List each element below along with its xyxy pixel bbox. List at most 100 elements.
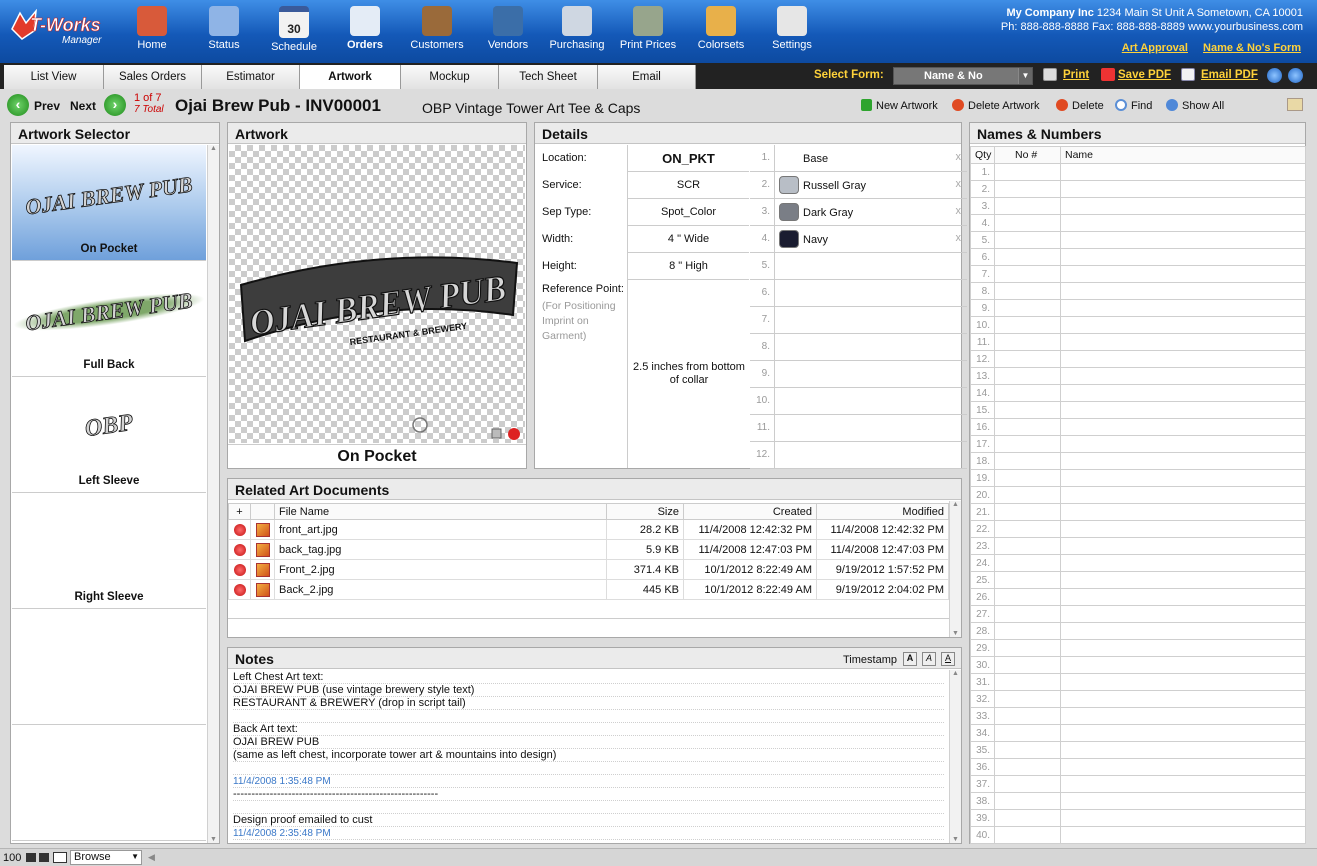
table-row[interactable]: 13. xyxy=(970,367,1306,385)
name-cell[interactable] xyxy=(1060,690,1306,708)
table-row[interactable]: 38. xyxy=(970,792,1306,810)
notes-text-area[interactable]: Left Chest Art text: OJAI BREW PUB (use v… xyxy=(228,671,961,843)
table-row[interactable]: 30. xyxy=(970,656,1306,674)
number-cell[interactable] xyxy=(994,299,1061,317)
table-row[interactable]: 1. xyxy=(970,163,1306,181)
timestamp-italic-button[interactable]: A xyxy=(922,652,936,666)
next-button[interactable]: Next xyxy=(70,99,96,113)
scroll-up-icon[interactable]: ▲ xyxy=(950,670,961,677)
color-row[interactable]: 9. xyxy=(750,361,967,388)
name-cell[interactable] xyxy=(1060,588,1306,606)
show-all-button[interactable]: Show All xyxy=(1166,99,1224,112)
number-cell[interactable] xyxy=(994,418,1061,436)
remove-color-icon[interactable]: x xyxy=(956,232,962,244)
number-cell[interactable] xyxy=(994,231,1061,249)
delete-file-icon[interactable] xyxy=(233,583,246,596)
table-row[interactable]: 12. xyxy=(970,350,1306,368)
number-cell[interactable] xyxy=(994,707,1061,725)
name-cell[interactable] xyxy=(1060,741,1306,759)
table-row[interactable]: 36. xyxy=(970,758,1306,776)
number-cell[interactable] xyxy=(994,673,1061,691)
name-cell[interactable] xyxy=(1060,418,1306,436)
tab-artwork[interactable]: Artwork xyxy=(300,65,401,89)
name-cell[interactable] xyxy=(1060,554,1306,572)
nav-orders[interactable]: Orders xyxy=(329,6,401,56)
name-cell[interactable] xyxy=(1060,503,1306,521)
number-cell[interactable] xyxy=(994,520,1061,538)
name-cell[interactable] xyxy=(1060,571,1306,589)
name-cell[interactable] xyxy=(1060,350,1306,368)
number-cell[interactable] xyxy=(994,775,1061,793)
table-row[interactable]: front_art.jpg 28.2 KB 11/4/2008 12:42:32 P… xyxy=(228,519,949,540)
artwork-selector-item[interactable]: OJAI BREW PUB Full Back xyxy=(11,261,207,377)
number-cell[interactable] xyxy=(994,452,1061,470)
name-cell[interactable] xyxy=(1060,469,1306,487)
name-cell[interactable] xyxy=(1060,435,1306,453)
table-row[interactable]: Front_2.jpg 371.4 KB 10/1/2012 8:22:49 AM 9… xyxy=(228,559,949,580)
table-row[interactable]: 25. xyxy=(970,571,1306,589)
table-row[interactable]: 24. xyxy=(970,554,1306,572)
table-row[interactable]: 18. xyxy=(970,452,1306,470)
name-cell[interactable] xyxy=(1060,214,1306,232)
print-link[interactable]: Print xyxy=(1063,69,1089,81)
color-row[interactable]: 8. xyxy=(750,334,967,361)
table-row[interactable]: 17. xyxy=(970,435,1306,453)
scroll-down-icon[interactable]: ▼ xyxy=(950,630,961,637)
artwork-selector-item[interactable] xyxy=(12,725,206,841)
number-cell[interactable] xyxy=(994,401,1061,419)
number-cell[interactable] xyxy=(994,537,1061,555)
delete-button[interactable]: Delete xyxy=(1056,99,1104,112)
file-name[interactable]: front_art.jpg xyxy=(274,519,607,540)
color-row[interactable]: 4. Navy x xyxy=(750,226,967,253)
tab-tech-sheet[interactable]: Tech Sheet xyxy=(499,65,598,89)
number-cell[interactable] xyxy=(994,826,1061,844)
name-cell[interactable] xyxy=(1060,367,1306,385)
color-row[interactable]: 10. xyxy=(750,388,967,415)
name-cell[interactable] xyxy=(1060,316,1306,334)
name-cell[interactable] xyxy=(1060,197,1306,215)
next-arrow-icon[interactable]: › xyxy=(104,94,126,116)
table-row[interactable]: 16. xyxy=(970,418,1306,436)
email-pdf-link[interactable]: Email PDF xyxy=(1201,69,1258,81)
scroll-left-icon[interactable]: ◀ xyxy=(148,852,155,863)
save-pdf-link[interactable]: Save PDF xyxy=(1118,69,1171,81)
art-approval-link[interactable]: Art Approval xyxy=(1122,42,1188,54)
number-cell[interactable] xyxy=(994,333,1061,351)
name-cell[interactable] xyxy=(1060,639,1306,657)
selector-scrollbar[interactable]: ▲ ▼ xyxy=(207,145,219,843)
nav-schedule[interactable]: 30 Schedule xyxy=(258,6,330,56)
table-row[interactable]: 27. xyxy=(970,605,1306,623)
zoom-level[interactable]: 100 xyxy=(3,852,21,864)
nav-settings[interactable]: Settings xyxy=(756,6,828,56)
table-row[interactable]: 37. xyxy=(970,775,1306,793)
color-row[interactable]: 11. xyxy=(750,415,967,442)
name-cell[interactable] xyxy=(1060,401,1306,419)
file-name[interactable]: back_tag.jpg xyxy=(274,539,607,560)
remove-icon[interactable] xyxy=(508,428,520,440)
add-doc-icon[interactable]: + xyxy=(228,503,251,520)
name-cell[interactable] xyxy=(1060,452,1306,470)
table-row[interactable]: 8. xyxy=(970,282,1306,300)
related-scrollbar[interactable]: ▲ ▼ xyxy=(949,501,961,637)
table-row[interactable]: 22. xyxy=(970,520,1306,538)
name-cell[interactable] xyxy=(1060,673,1306,691)
artwork-selector-item[interactable]: OJAI BREW PUB On Pocket xyxy=(12,145,206,261)
number-cell[interactable] xyxy=(994,214,1061,232)
nav-colorsets[interactable]: Colorsets xyxy=(685,6,757,56)
tab-mockup[interactable]: Mockup xyxy=(401,65,499,89)
number-cell[interactable] xyxy=(994,367,1061,385)
name-cell[interactable] xyxy=(1060,333,1306,351)
name-cell[interactable] xyxy=(1060,758,1306,776)
table-row[interactable]: 19. xyxy=(970,469,1306,487)
notes-scrollbar[interactable]: ▲ ▼ xyxy=(949,670,961,843)
tworks-logo[interactable]: T-Works Manager xyxy=(10,8,114,49)
tab-list-view[interactable]: List View xyxy=(4,65,104,89)
color-row[interactable]: 7. xyxy=(750,307,967,334)
table-row[interactable]: 20. xyxy=(970,486,1306,504)
scroll-down-icon[interactable]: ▼ xyxy=(208,836,219,843)
table-row[interactable]: 21. xyxy=(970,503,1306,521)
file-name[interactable]: Front_2.jpg xyxy=(274,559,607,580)
number-cell[interactable] xyxy=(994,248,1061,266)
pdf-icon[interactable] xyxy=(1101,68,1115,81)
tab-estimator[interactable]: Estimator xyxy=(202,65,300,89)
